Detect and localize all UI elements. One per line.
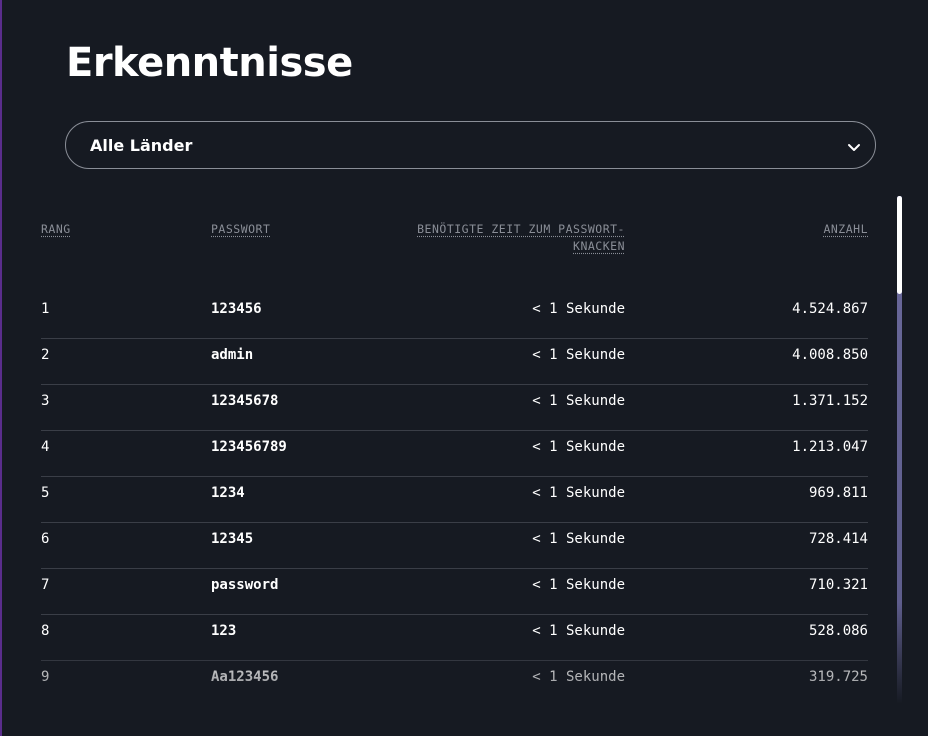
scrollbar-thumb[interactable] xyxy=(897,196,902,294)
count-cell: 1.371.152 xyxy=(792,393,868,409)
count-cell: 969.811 xyxy=(808,485,868,501)
crack-time-cell: < 1 Sekunde xyxy=(532,577,625,593)
password-cell: Aa123456 xyxy=(211,669,279,685)
table-row: 9 Aa123456 < 1 Sekunde 319.725 xyxy=(41,661,868,693)
country-dropdown-value: Alle Länder xyxy=(90,136,193,155)
header-crack-time-line2: KNACKEN xyxy=(573,239,625,253)
header-count[interactable]: ANZAHL xyxy=(823,221,868,238)
rank-cell: 1 xyxy=(41,301,50,317)
count-cell: 319.725 xyxy=(808,669,868,685)
window-edge xyxy=(0,0,2,736)
rank-cell: 3 xyxy=(41,393,50,409)
crack-time-cell: < 1 Sekunde xyxy=(532,531,625,547)
crack-time-cell: < 1 Sekunde xyxy=(532,485,625,501)
count-cell: 528.086 xyxy=(808,623,868,639)
rank-cell: 2 xyxy=(41,347,50,363)
table-row: 6 12345 < 1 Sekunde 728.414 xyxy=(41,523,868,569)
rank-cell: 7 xyxy=(41,577,50,593)
crack-time-cell: < 1 Sekunde xyxy=(532,393,625,409)
count-cell: 4.008.850 xyxy=(792,347,868,363)
header-rank[interactable]: RANG xyxy=(41,221,71,238)
crack-time-cell: < 1 Sekunde xyxy=(532,439,625,455)
chevron-down-icon xyxy=(848,144,860,151)
rank-cell: 8 xyxy=(41,623,50,639)
rank-cell: 9 xyxy=(41,669,50,685)
password-cell: 123 xyxy=(211,623,237,639)
password-cell: 12345678 xyxy=(211,393,279,409)
country-dropdown[interactable]: Alle Länder xyxy=(65,121,876,169)
table-row: 8 123 < 1 Sekunde 528.086 xyxy=(41,615,868,661)
password-cell: 1234 xyxy=(211,485,245,501)
crack-time-cell: < 1 Sekunde xyxy=(532,301,625,317)
header-crack-time[interactable]: BENÖTIGTE ZEIT ZUM PASSWORT- KNACKEN xyxy=(385,221,625,255)
table-row: 3 12345678 < 1 Sekunde 1.371.152 xyxy=(41,385,868,431)
crack-time-cell: < 1 Sekunde xyxy=(532,623,625,639)
header-crack-time-line1: BENÖTIGTE ZEIT ZUM PASSWORT- xyxy=(417,222,625,236)
page-title: Erkenntnisse xyxy=(66,40,353,86)
crack-time-cell: < 1 Sekunde xyxy=(532,669,625,685)
rank-cell: 5 xyxy=(41,485,50,501)
password-cell: 123456789 xyxy=(211,439,287,455)
table-header: RANG PASSWORT BENÖTIGTE ZEIT ZUM PASSWOR… xyxy=(41,215,868,293)
rank-cell: 4 xyxy=(41,439,50,455)
table-body: 1 123456 < 1 Sekunde 4.524.867 2 admin < 1 Sek… xyxy=(41,293,868,693)
table-row: 2 admin < 1 Sekunde 4.008.850 xyxy=(41,339,868,385)
table-row: 4 123456789 < 1 Sekunde 1.213.047 xyxy=(41,431,868,477)
password-cell: password xyxy=(211,577,279,593)
rank-cell: 6 xyxy=(41,531,50,547)
table-row: 5 1234 < 1 Sekunde 969.811 xyxy=(41,477,868,523)
count-cell: 1.213.047 xyxy=(792,439,868,455)
header-password[interactable]: PASSWORT xyxy=(211,221,270,238)
password-cell: 123456 xyxy=(211,301,262,317)
password-cell: admin xyxy=(211,347,254,363)
table-row: 7 password < 1 Sekunde 710.321 xyxy=(41,569,868,615)
count-cell: 4.524.867 xyxy=(792,301,868,317)
crack-time-cell: < 1 Sekunde xyxy=(532,347,625,363)
password-table: RANG PASSWORT BENÖTIGTE ZEIT ZUM PASSWOR… xyxy=(41,215,868,693)
password-cell: 12345 xyxy=(211,531,254,547)
count-cell: 728.414 xyxy=(808,531,868,547)
table-row: 1 123456 < 1 Sekunde 4.524.867 xyxy=(41,293,868,339)
count-cell: 710.321 xyxy=(808,577,868,593)
